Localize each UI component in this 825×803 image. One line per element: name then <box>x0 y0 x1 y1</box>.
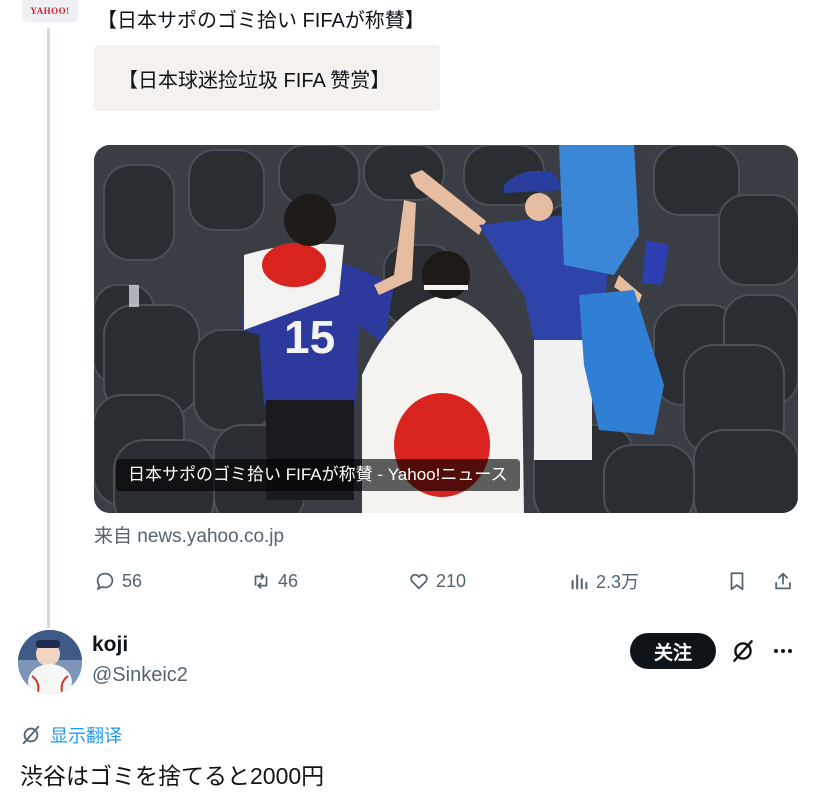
news-photo: 15 <box>94 145 798 513</box>
post-title: 【日本サポのゴミ拾い FIFAが称賛】 <box>97 10 425 32</box>
jersey-number: 15 <box>284 311 335 363</box>
repost-action[interactable]: 46 <box>250 566 298 596</box>
link-card[interactable]: 15 日本サポのゴミ拾い FIFAが称賛 - Yahoo!ニュース <box>94 145 798 513</box>
repost-icon <box>254 573 268 589</box>
grok-translate-icon <box>22 725 40 745</box>
heart-icon <box>410 573 428 590</box>
yahoo-logo-avatar[interactable]: YAHOO! <box>22 0 78 22</box>
follow-button[interactable]: 关注 <box>630 633 716 669</box>
bookmark-button[interactable] <box>726 566 748 596</box>
view-count: 2.3万 <box>596 572 640 592</box>
show-translation-label: 显示翻译 <box>50 726 122 746</box>
reply-action[interactable]: 56 <box>94 566 142 596</box>
card-caption: 日本サポのゴミ拾い FIFAが称賛 - Yahoo!ニュース <box>116 459 520 491</box>
link-source[interactable]: 来自 news.yahoo.co.jp <box>94 521 284 548</box>
yahoo-logo-text: YAHOO! <box>30 6 70 16</box>
reply-author-name[interactable]: koji <box>92 633 128 657</box>
baseball-avatar-image <box>18 630 82 694</box>
share-button[interactable] <box>772 566 794 596</box>
translation-text: 【日本球迷捡垃圾 FIFA 赞赏】 <box>118 70 391 92</box>
more-button[interactable] <box>768 636 798 666</box>
more-dots-icon <box>774 649 792 653</box>
like-action[interactable]: 210 <box>408 566 466 596</box>
like-count: 210 <box>436 570 467 591</box>
bookmark-icon <box>730 572 744 591</box>
reply-text: 渋谷はゴミを捨てると2000円 <box>20 763 325 789</box>
repost-count: 46 <box>278 570 299 591</box>
reply-count: 56 <box>122 570 143 591</box>
reply-avatar[interactable] <box>18 630 82 694</box>
share-icon <box>775 572 791 590</box>
grok-button[interactable] <box>728 636 758 666</box>
reply-author-handle[interactable]: @Sinkeic2 <box>92 664 188 687</box>
thread-line <box>47 28 50 628</box>
bar-chart-icon <box>571 574 588 590</box>
comment-icon <box>96 572 114 591</box>
grok-icon <box>733 640 753 662</box>
show-translation-link[interactable]: 显示翻译 <box>20 722 122 748</box>
views-action[interactable]: 2.3万 <box>568 566 639 596</box>
